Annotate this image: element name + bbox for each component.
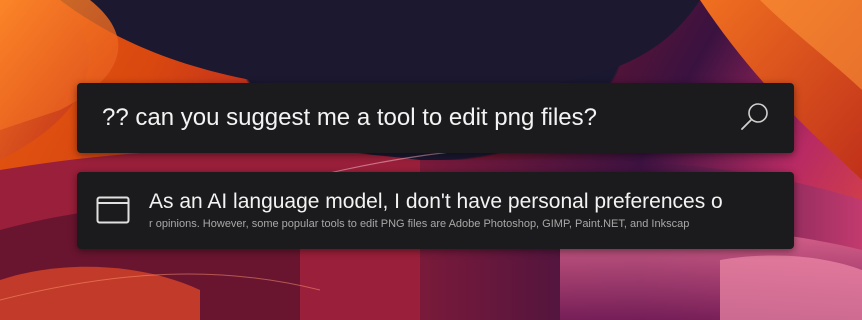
result-subtitle: r opinions. However, some popular tools … [149,218,690,230]
search-icon[interactable] [738,100,772,134]
search-result[interactable]: As an AI language model, I don't have pe… [77,172,794,249]
desktop: ?? can you suggest me a tool to edit png… [0,0,862,320]
result-title: As an AI language model, I don't have pe… [149,190,723,213]
wallpaper [0,0,862,320]
search-bar[interactable]: ?? can you suggest me a tool to edit png… [77,83,794,153]
search-input[interactable]: ?? can you suggest me a tool to edit png… [102,102,597,134]
window-icon [96,196,130,224]
